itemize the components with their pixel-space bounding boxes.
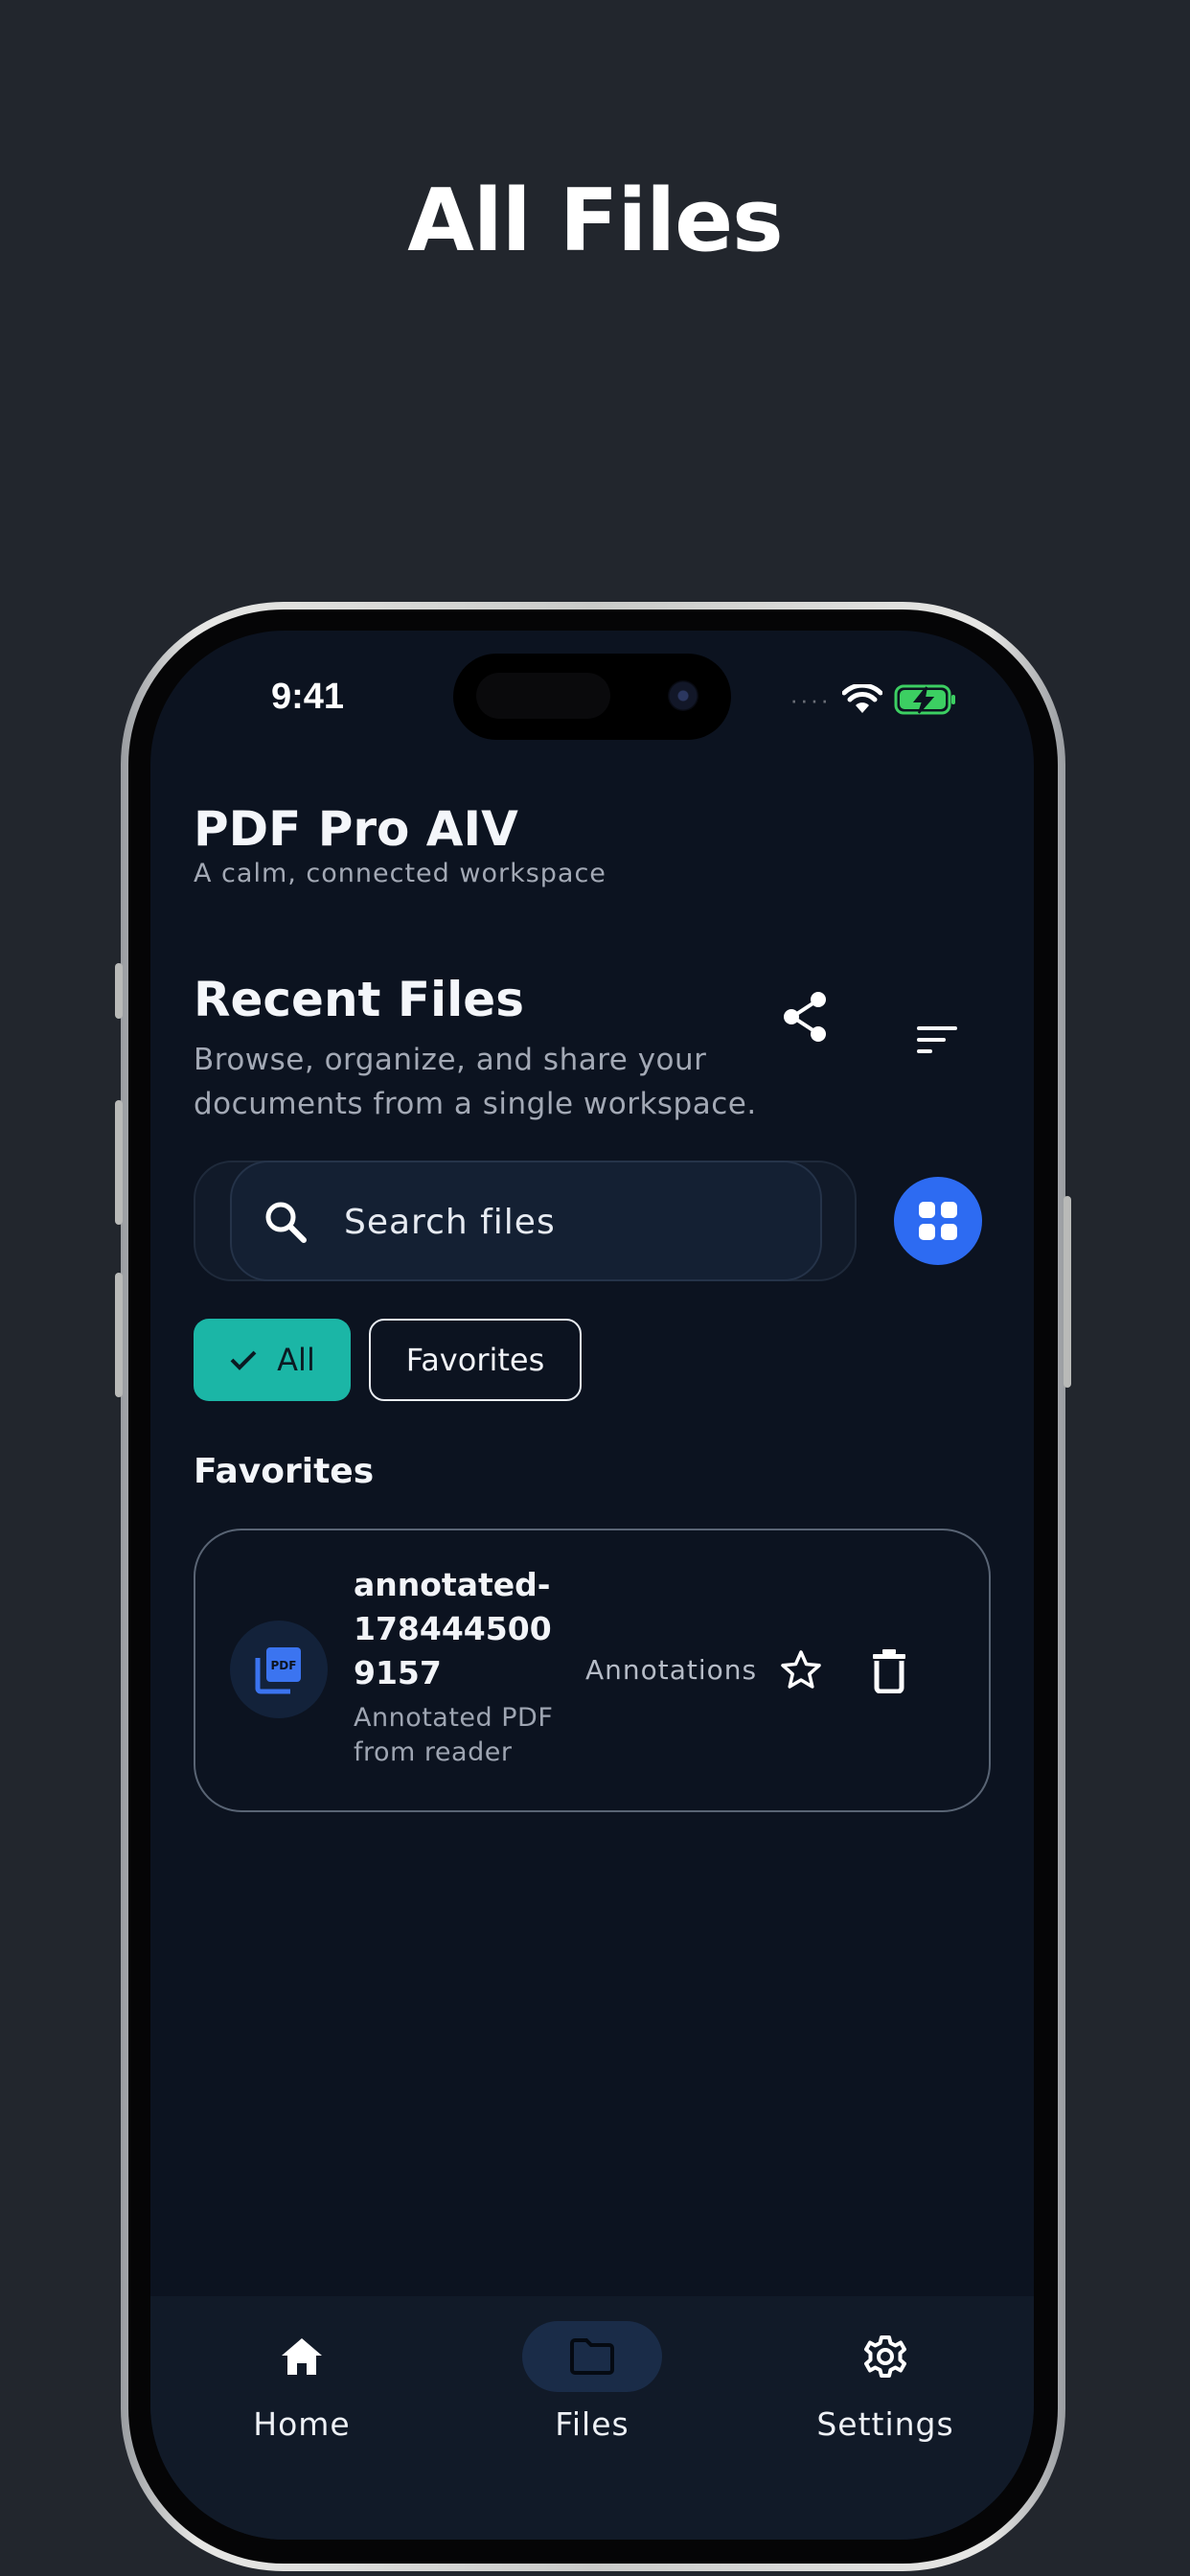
search-input[interactable] [342,1189,806,1254]
delete-button[interactable] [856,1637,923,1704]
section-description: Browse, organize, and share your documen… [194,1043,757,1121]
grid-view-icon [919,1202,957,1240]
nav-item-settings[interactable]: Settings [742,2296,1029,2488]
nav-label-settings: Settings [816,2405,954,2443]
check-icon [230,1350,257,1370]
folder-icon [570,2338,614,2375]
favorite-button[interactable] [767,1637,835,1704]
file-name[interactable]: annotated-1784445009157 [354,1563,564,1695]
wifi-icon [842,684,882,713]
status-time: 9:41 [271,677,345,717]
app-subtitle: A calm, connected workspace [194,859,606,888]
phone-volume-down [115,1273,123,1397]
section-title: Recent Files [194,972,524,1027]
gear-icon [864,2335,906,2378]
svg-text:PDF: PDF [271,1659,297,1672]
phone-power-button [1064,1196,1071,1388]
file-tag: Annotations [585,1654,758,1686]
trash-icon [873,1649,905,1693]
battery-charging-icon [894,684,955,715]
page-headline: All Files [407,171,783,271]
status-indicators: ···· [790,682,957,717]
file-description: Annotated PDF from reader [354,1703,554,1767]
star-icon [781,1650,821,1689]
search-icon [265,1202,307,1243]
bottom-navigation: Home Files Settings [150,2296,1034,2540]
filter-chip-label: All [277,1342,315,1378]
filter-chip-favorites[interactable]: Favorites [369,1319,582,1401]
file-thumbnail: PDF [230,1621,328,1718]
filter-chip-all[interactable]: All [194,1319,351,1401]
nav-item-home[interactable]: Home [158,2296,446,2488]
filter-chip-label: Favorites [405,1342,545,1378]
phone-screen: 9:41 ···· PDF Pro AIV A calm, connected … [150,631,1034,2540]
cellular-signal-icon: ···· [790,684,831,714]
sort-icon [917,1026,957,1053]
pdf-file-icon: PDF [255,1647,301,1694]
share-button[interactable] [771,983,838,1050]
share-icon [784,992,826,1042]
nav-item-files[interactable]: Files [448,2296,736,2488]
grid-view-button[interactable] [894,1177,982,1265]
camera-icon [668,680,698,711]
favorites-heading: Favorites [194,1452,375,1491]
phone-volume-up [115,1100,123,1225]
app-title: PDF Pro AIV [194,801,518,857]
home-icon [282,2338,322,2375]
sort-button[interactable] [904,1006,971,1073]
nav-label-home: Home [253,2405,351,2443]
dynamic-island [453,654,731,740]
phone-silent-switch [115,963,123,1019]
nav-label-files: Files [555,2405,629,2443]
